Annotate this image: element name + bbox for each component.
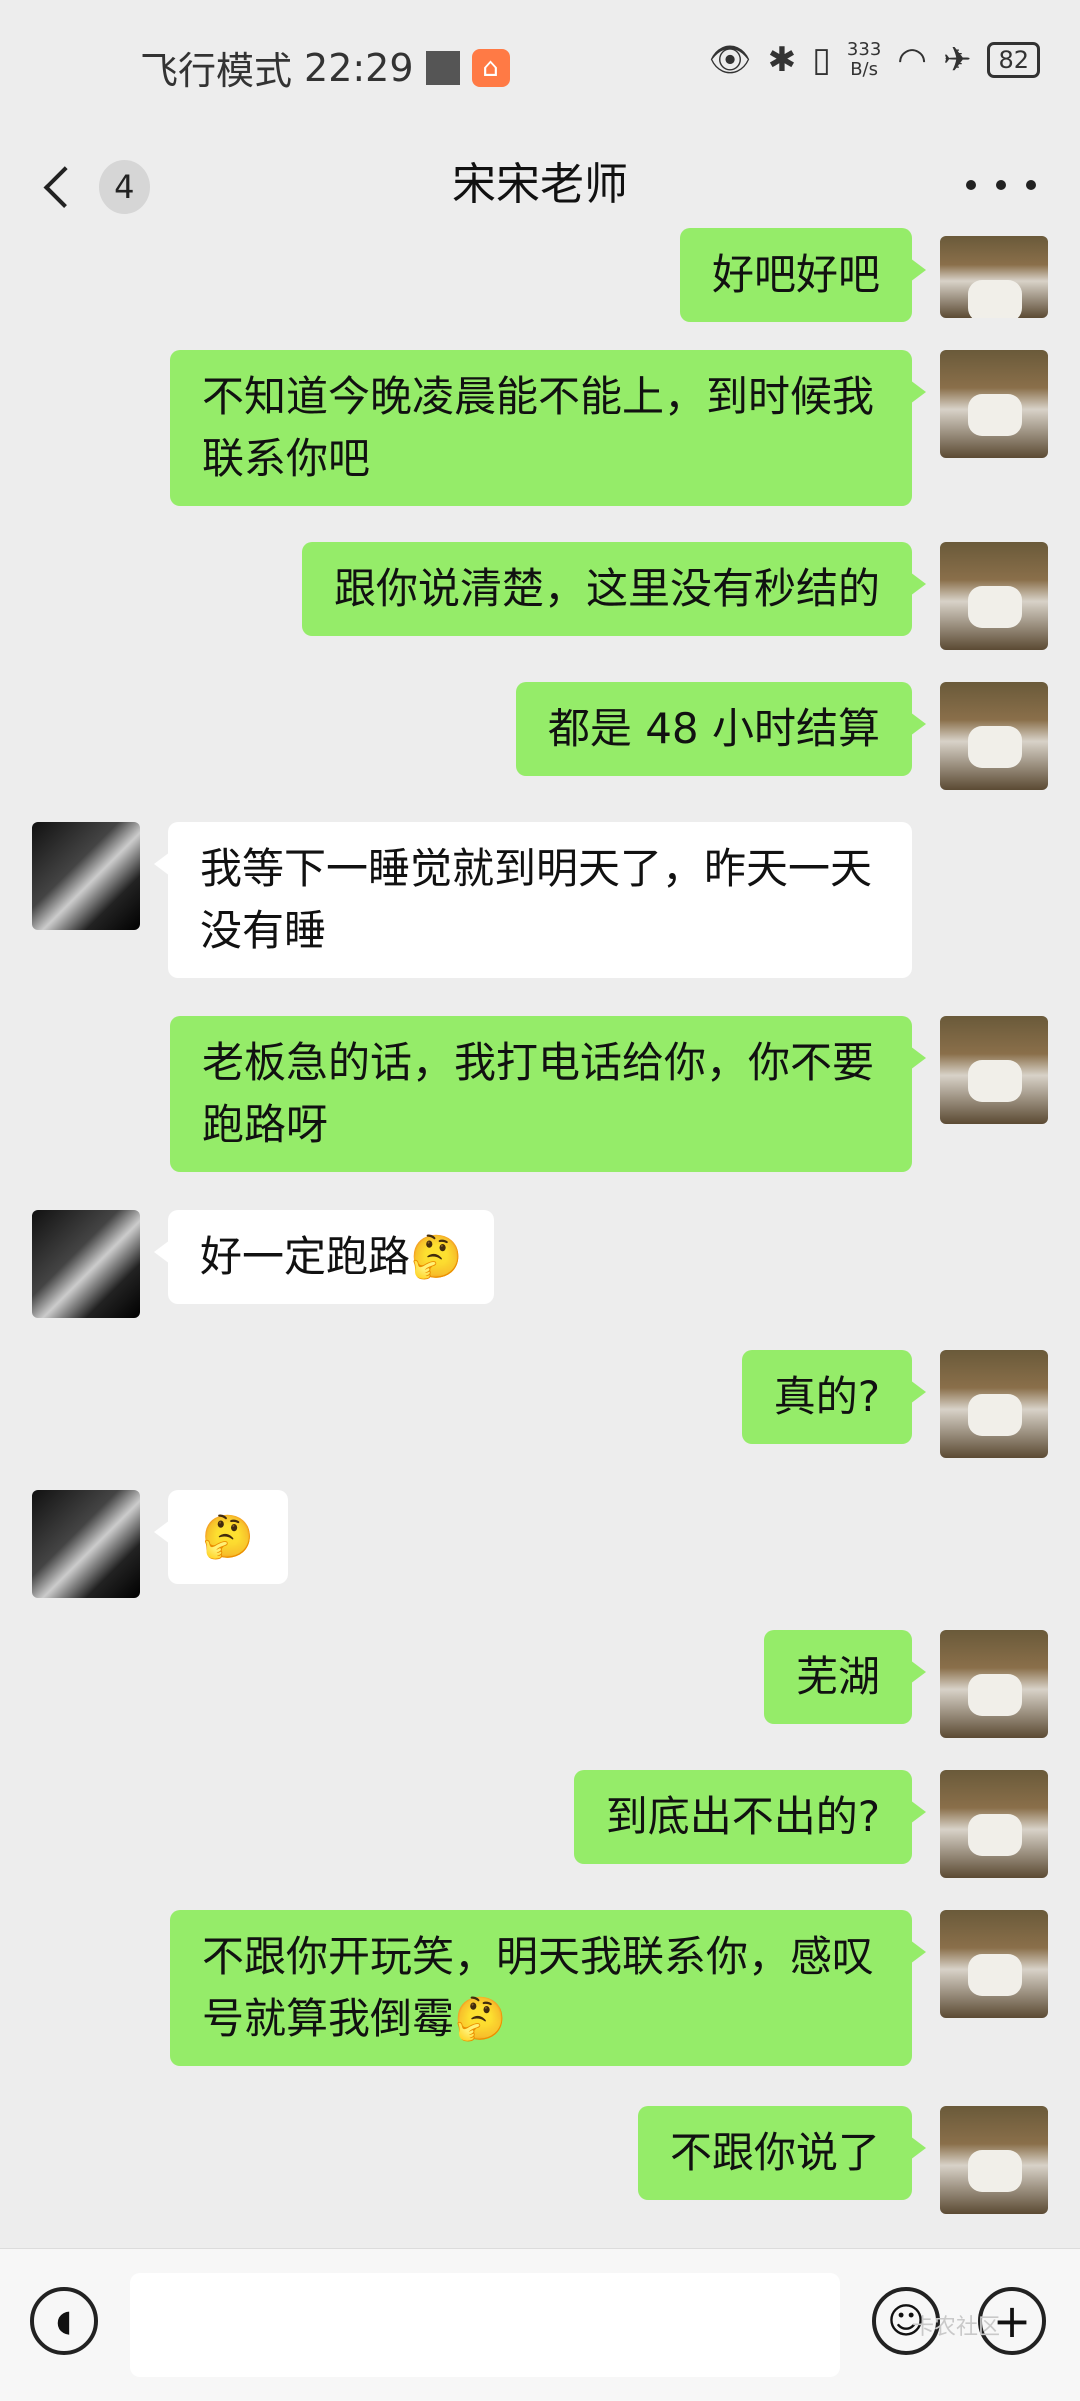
contact-avatar[interactable] bbox=[32, 1490, 140, 1598]
more-dot-icon bbox=[996, 180, 1006, 190]
message-bubble-self[interactable]: 到底出不出的? bbox=[573, 1770, 927, 1864]
bluetooth-icon: ✱ bbox=[767, 40, 797, 80]
watermark: 卡农社区 bbox=[912, 2315, 1001, 2340]
voice-input-button[interactable]: ◖ bbox=[30, 2287, 98, 2355]
voice-icon: ◖ bbox=[56, 2303, 72, 2339]
self-avatar[interactable] bbox=[940, 2106, 1048, 2214]
status-time: 22:29 bbox=[304, 45, 414, 90]
network-speed-unit: B/s bbox=[850, 59, 878, 80]
contact-avatar[interactable] bbox=[32, 822, 140, 930]
more-dot-icon bbox=[1026, 180, 1036, 190]
more-dot-icon bbox=[966, 180, 976, 190]
airplane-mode-label: 飞行模式 bbox=[140, 49, 293, 93]
chat-header: 4 宋宋老师 bbox=[0, 130, 1080, 240]
status-bar: 飞行模式 22:29 ⌂ 👁 ✱ ▯ 333 B/s ◠ ✈ 82 bbox=[0, 0, 1080, 130]
message-bubble-self[interactable]: 芜湖 bbox=[763, 1630, 927, 1724]
message-bubble-self[interactable]: 真的? bbox=[741, 1350, 927, 1444]
self-avatar[interactable] bbox=[940, 1910, 1048, 2018]
self-avatar[interactable] bbox=[940, 350, 1048, 458]
sticker-bubble-other[interactable]: 🤔 bbox=[154, 1490, 288, 1584]
notification-square-icon bbox=[425, 50, 460, 85]
contact-avatar[interactable] bbox=[32, 1210, 140, 1318]
self-avatar[interactable] bbox=[940, 1016, 1048, 1124]
network-speed-value: 333 bbox=[846, 39, 882, 60]
self-avatar[interactable] bbox=[940, 1770, 1048, 1878]
status-left: 飞行模式 22:29 ⌂ bbox=[140, 40, 510, 95]
message-bubble-self[interactable]: 不知道今晚凌晨能不能上，到时候我联系你吧 bbox=[170, 350, 926, 506]
app-notification-icon: ⌂ bbox=[471, 48, 510, 87]
vibrate-icon: ▯ bbox=[812, 40, 831, 80]
input-bar: ◖ ☺ + 卡农社区 bbox=[0, 2248, 1080, 2401]
message-bubble-self[interactable]: 不跟你说了 bbox=[637, 2106, 927, 2200]
message-bubble-other[interactable]: 我等下一睡觉就到明天了，昨天一天没有睡 bbox=[154, 822, 912, 978]
message-bubble-self[interactable]: 老板急的话，我打电话给你，你不要跑路呀 bbox=[170, 1016, 926, 1172]
message-bubble-self[interactable]: 好吧好吧 bbox=[679, 228, 927, 322]
self-avatar[interactable] bbox=[940, 1350, 1048, 1458]
wifi-icon: ◠ bbox=[897, 40, 927, 80]
message-input[interactable] bbox=[130, 2273, 840, 2377]
airplane-icon: ✈ bbox=[942, 40, 972, 80]
status-right: 👁 ✱ ▯ 333 B/s ◠ ✈ 82 bbox=[709, 40, 1040, 80]
self-avatar[interactable] bbox=[940, 236, 1048, 318]
self-avatar[interactable] bbox=[940, 1630, 1048, 1738]
eye-icon: 👁 bbox=[708, 40, 752, 80]
message-bubble-self[interactable]: 跟你说清楚，这里没有秒结的 bbox=[301, 542, 927, 636]
message-bubble-self[interactable]: 都是 48 小时结算 bbox=[515, 682, 927, 776]
message-bubble-self[interactable]: 不跟你开玩笑，明天我联系你，感叹号就算我倒霉🤔 bbox=[170, 1910, 926, 2066]
network-speed: 333 B/s bbox=[847, 40, 881, 80]
self-avatar[interactable] bbox=[940, 682, 1048, 790]
more-options-button[interactable] bbox=[966, 160, 1036, 210]
battery-indicator: 82 bbox=[987, 42, 1040, 78]
chat-title: 宋宋老师 bbox=[452, 159, 628, 210]
self-avatar[interactable] bbox=[940, 542, 1048, 650]
message-bubble-other[interactable]: 好一定跑路🤔 bbox=[153, 1210, 495, 1304]
